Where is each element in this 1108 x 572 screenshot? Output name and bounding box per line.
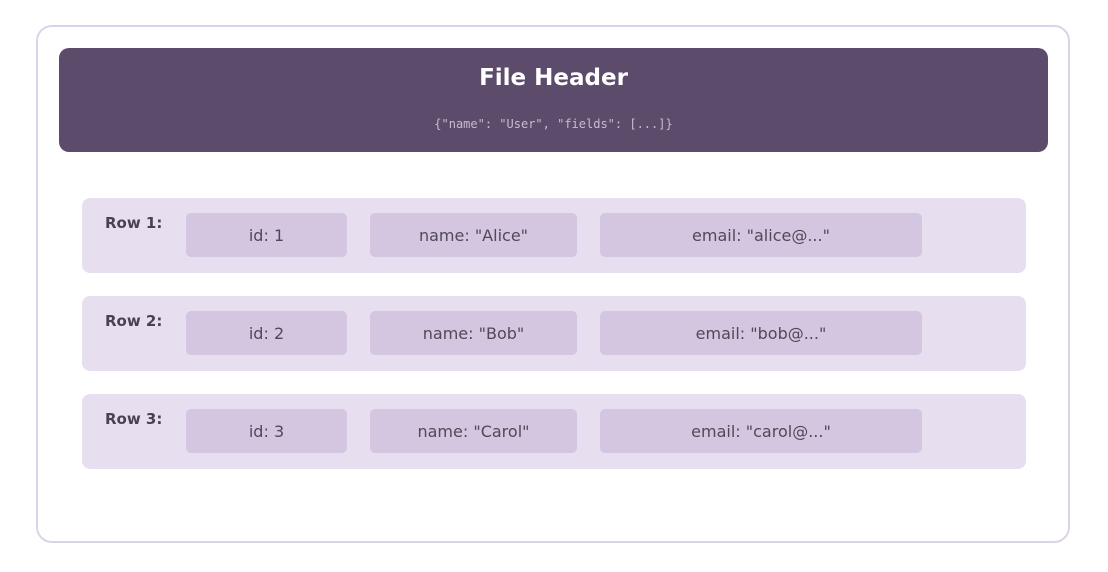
id-cell: id: 3 <box>186 409 347 453</box>
file-header-title: File Header <box>479 65 628 91</box>
row-label: Row 2: <box>105 312 163 330</box>
email-cell: email: "bob@..." <box>600 311 922 355</box>
data-row-3: Row 3: id: 3 name: "Carol" email: "carol… <box>82 394 1026 469</box>
row-label: Row 3: <box>105 410 163 428</box>
name-cell: name: "Bob" <box>370 311 577 355</box>
data-row-2: Row 2: id: 2 name: "Bob" email: "bob@...… <box>82 296 1026 371</box>
name-cell: name: "Alice" <box>370 213 577 257</box>
data-row-1: Row 1: id: 1 name: "Alice" email: "alice… <box>82 198 1026 273</box>
email-cell: email: "alice@..." <box>600 213 922 257</box>
id-cell: id: 1 <box>186 213 347 257</box>
id-cell: id: 2 <box>186 311 347 355</box>
file-header: File Header {"name": "User", "fields": [… <box>59 48 1048 152</box>
row-label: Row 1: <box>105 214 163 232</box>
file-header-schema: {"name": "User", "fields": [...]} <box>434 117 673 131</box>
email-cell: email: "carol@..." <box>600 409 922 453</box>
name-cell: name: "Carol" <box>370 409 577 453</box>
